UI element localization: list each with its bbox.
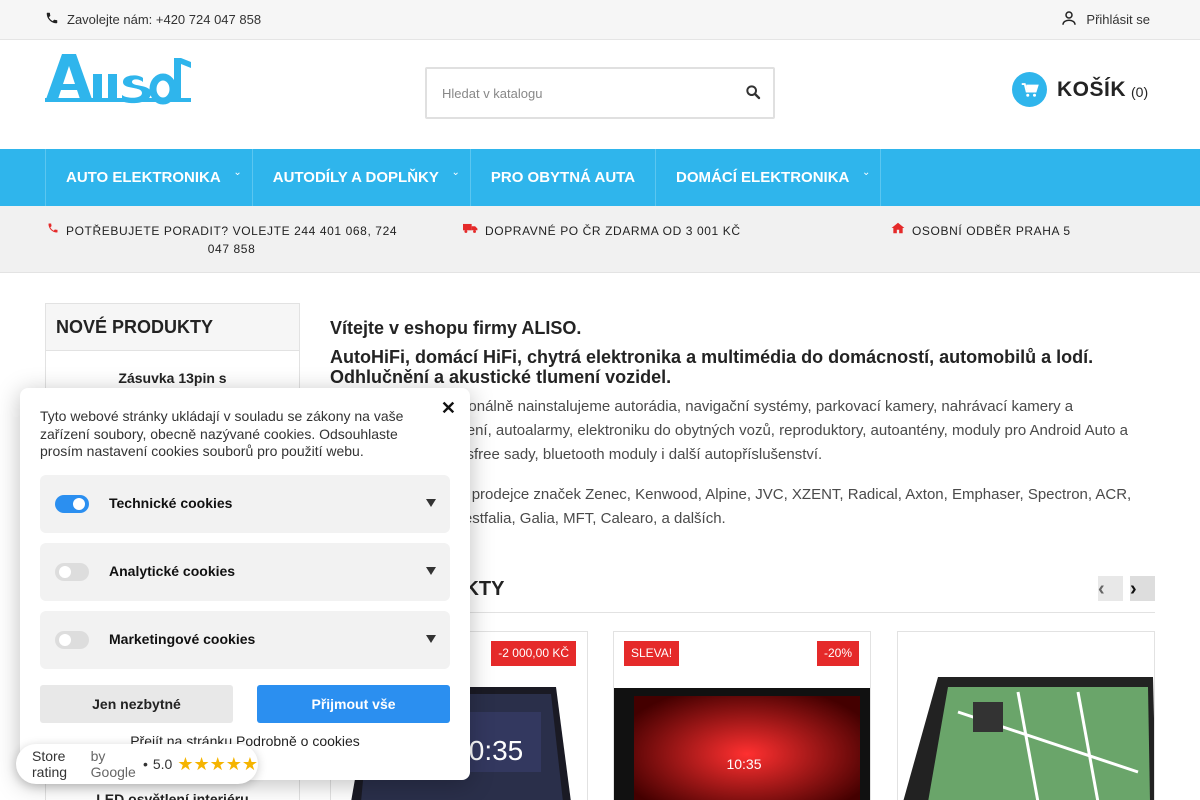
- analytics-toggle[interactable]: [55, 563, 89, 581]
- store-rating-badge[interactable]: Store rating by Google • 5.0 ★★★★★: [16, 744, 258, 784]
- sidebar-product-link[interactable]: Zásuvka 13pin s: [46, 370, 299, 386]
- phone-icon: [47, 222, 59, 237]
- nav-item-obytna-auta[interactable]: PRO OBYTNÁ AUTA: [469, 149, 655, 206]
- cookie-category-analytics[interactable]: Analytické cookies: [40, 543, 450, 601]
- rating-separator: •: [142, 756, 148, 772]
- cookie-category-label: Marketingové cookies: [109, 631, 256, 647]
- cart-icon: [1012, 72, 1047, 107]
- subtitle-heading: AutoHiFi, domácí HiFi, chytrá elektronik…: [330, 347, 1094, 387]
- chevron-right-icon: ›: [1130, 578, 1137, 600]
- chevron-left-icon: ‹: [1098, 578, 1105, 600]
- info-strip: POTŘEBUJETE PORADIT? VOLEJTE 244 401 068…: [0, 206, 1200, 273]
- cookie-category-marketing[interactable]: Marketingové cookies: [40, 611, 450, 669]
- necessary-only-button[interactable]: Jen nezbytné: [40, 685, 233, 723]
- cookie-category-technical[interactable]: Technické cookies: [40, 475, 450, 533]
- technical-toggle[interactable]: [55, 495, 89, 513]
- sidebar-product-link[interactable]: LED osvětlení interiéru: [46, 791, 299, 800]
- caret-down-icon[interactable]: [426, 499, 436, 507]
- search-box: [425, 67, 775, 119]
- nav-item-domaci-elektronika[interactable]: DOMÁCÍ ELEKTRONIKA ⌄: [655, 149, 882, 206]
- advice-text-line2: 047 858: [207, 242, 256, 256]
- pickup-text: OSOBNÍ ODBĚR PRAHA 5: [912, 224, 1071, 238]
- search-icon[interactable]: [745, 84, 761, 105]
- phone-contact[interactable]: Zavolejte nám: +420 724 047 858: [45, 11, 261, 28]
- nav-item-label: DOMÁCÍ ELEKTRONIKA: [676, 169, 850, 186]
- logo-graphic: [45, 54, 191, 105]
- cart-count: (0): [1131, 83, 1149, 100]
- welcome-heading: Vítejte v eshopu firmy ALISO.: [330, 318, 582, 338]
- nav-item-auto-elektronika[interactable]: AUTO ELEKTRONIKA ⌄: [45, 149, 252, 206]
- rating-label: Store rating: [32, 748, 68, 780]
- cart-label: KOŠÍK: [1057, 77, 1127, 101]
- caret-down-icon[interactable]: [426, 635, 436, 643]
- cookie-category-label: Analytické cookies: [109, 563, 236, 579]
- svg-text:10:35: 10:35: [726, 756, 761, 772]
- home-icon: [891, 222, 905, 237]
- cookie-text: Tyto webové stránky ukládají v souladu s…: [40, 408, 404, 459]
- product-card[interactable]: SLEVA! -20% 10:35: [613, 631, 871, 800]
- main-nav: AUTO ELEKTRONIKA ⌄ AUTODÍLY A DOPLŇKY ⌄ …: [0, 149, 1200, 206]
- search-input[interactable]: [427, 69, 727, 117]
- login-label: Přihlásit se: [1086, 12, 1150, 27]
- carousel-prev-button[interactable]: ‹: [1098, 576, 1123, 601]
- product-card[interactable]: [897, 631, 1155, 800]
- accept-all-button[interactable]: Přijmout vše: [257, 685, 450, 723]
- shipping-text: DOPRAVNÉ PO ČR ZDARMA OD 3 001 KČ: [485, 224, 741, 238]
- star-icons: ★★★★★: [177, 753, 258, 774]
- rating-by: by Google: [90, 748, 136, 780]
- top-bar: Zavolejte nám: +420 724 047 858 Přihlási…: [0, 0, 1200, 40]
- phone-text: Zavolejte nám: +420 724 047 858: [67, 12, 262, 27]
- advice-text-line1: POTŘEBUJETE PORADIT? VOLEJTE 244 401 068…: [66, 224, 398, 238]
- rating-score: 5.0: [152, 756, 173, 772]
- carousel-next-button[interactable]: ›: [1130, 576, 1155, 601]
- svg-text:0:35: 0:35: [469, 735, 524, 766]
- chevron-down-icon: ⌄: [861, 167, 871, 178]
- sidebar-title: NOVÉ PRODUKTY: [46, 304, 299, 351]
- nav-item-autodily[interactable]: AUTODÍLY A DOPLŇKY ⌄: [251, 149, 470, 206]
- product-image: 10:35: [614, 688, 870, 800]
- cookie-consent-dialog: ✕ Tyto webové stránky ukládají v souladu…: [20, 388, 470, 780]
- product-image: [903, 677, 1154, 800]
- user-icon: [1060, 9, 1078, 30]
- shipping-info: DOPRAVNÉ PO ČR ZDARMA OD 3 001 KČ: [463, 222, 741, 240]
- nav-item-label: PRO OBYTNÁ AUTA: [490, 169, 636, 186]
- pickup-info: OSOBNÍ ODBĚR PRAHA 5: [891, 222, 1071, 240]
- advice-info: POTŘEBUJETE PORADIT? VOLEJTE 244 401 068…: [47, 222, 397, 258]
- caret-down-icon[interactable]: [426, 567, 436, 575]
- chevron-down-icon: ⌄: [233, 167, 242, 178]
- chevron-down-icon: ⌄: [451, 167, 460, 178]
- cookie-category-label: Technické cookies: [109, 495, 233, 511]
- marketing-toggle[interactable]: [55, 631, 89, 649]
- nav-item-label: AUTO ELEKTRONIKA: [66, 169, 221, 186]
- phone-icon: [45, 11, 59, 28]
- truck-icon: [463, 222, 478, 237]
- login-link[interactable]: Přihlásit se: [1060, 9, 1150, 30]
- header: KOŠÍK (0): [0, 40, 1200, 149]
- nav-item-label: AUTODÍLY A DOPLŇKY: [272, 169, 439, 186]
- cart-button[interactable]: KOŠÍK (0): [1012, 72, 1148, 107]
- aliso-logo[interactable]: [45, 52, 191, 111]
- close-icon[interactable]: ✕: [441, 398, 456, 419]
